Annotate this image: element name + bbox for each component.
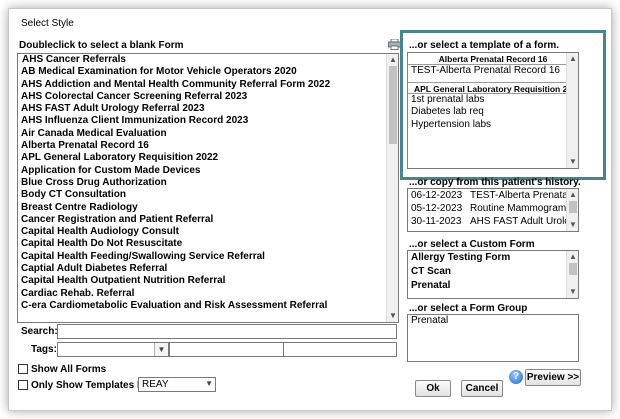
form-group-header: ...or select a Form Group	[409, 303, 528, 314]
scroll-up-icon[interactable]: ▲	[567, 189, 578, 201]
custom-form-scrollbar[interactable]: ▲ ▼	[566, 251, 578, 298]
tags-field-2[interactable]	[169, 342, 284, 357]
tags-label: Tags:	[31, 344, 57, 355]
chevron-down-icon[interactable]: ▼	[205, 379, 213, 388]
scroll-down-icon[interactable]: ▼	[567, 286, 578, 298]
history-name: Routine Mammogram t	[470, 203, 572, 214]
scroll-down-icon[interactable]: ▼	[387, 310, 398, 322]
search-label: Search:	[21, 326, 58, 337]
history-row[interactable]: 06-12-2023 TEST-Alberta Prenatal	[408, 189, 578, 202]
history-name: AHS FAST Adult Urolog	[470, 216, 576, 227]
form-list-item[interactable]: Capital Health Outpatient Nutrition Refe…	[18, 275, 398, 287]
form-list-item[interactable]: AB Medical Examination for Motor Vehicle…	[18, 66, 398, 78]
show-all-forms-checkbox[interactable]	[18, 364, 28, 374]
custom-form-list[interactable]: Allergy Testing Form CT Scan Prenatal ▲ …	[407, 250, 579, 299]
history-date: 06-12-2023	[411, 190, 463, 201]
scroll-up-icon[interactable]: ▲	[567, 251, 578, 263]
history-name: TEST-Alberta Prenatal	[470, 190, 571, 201]
scroll-thumb[interactable]	[389, 66, 397, 144]
form-list-item[interactable]: AHS Colorectal Cancer Screening Referral…	[18, 91, 398, 103]
scroll-down-icon[interactable]: ▼	[567, 219, 578, 231]
window-title: Select Style	[21, 18, 74, 29]
ok-button[interactable]: Ok	[415, 380, 451, 397]
form-list-item[interactable]: Breast Centre Radiology	[18, 202, 398, 214]
history-row[interactable]: 05-12-2023 Routine Mammogram t	[408, 202, 578, 215]
form-list-item[interactable]: C-era Cardiometabolic Evaluation and Ris…	[18, 300, 398, 312]
preview-button[interactable]: Preview >>	[525, 369, 581, 386]
form-list-item[interactable]: AHS Cancer Referrals	[18, 54, 398, 66]
custom-form-item[interactable]: Allergy Testing Form	[408, 251, 578, 265]
scroll-thumb[interactable]	[569, 201, 577, 213]
scroll-up-icon[interactable]: ▲	[387, 54, 398, 66]
scroll-thumb[interactable]	[569, 263, 577, 275]
cancel-button[interactable]: Cancel	[461, 380, 503, 397]
select-style-dialog: Select Style Doubleclick to select a bla…	[8, 8, 612, 411]
custom-form-item[interactable]: Prenatal	[408, 279, 578, 293]
show-all-forms-label: Show All Forms	[31, 364, 107, 375]
custom-form-item[interactable]: CT Scan	[408, 265, 578, 279]
history-date: 05-12-2023	[411, 203, 463, 214]
form-group-list[interactable]: Prenatal	[407, 314, 579, 362]
tags-select[interactable]: ▼	[57, 342, 169, 357]
form-list-item[interactable]: Capital Health Feeding/Swallowing Servic…	[18, 251, 398, 263]
form-list-item[interactable]: AHS FAST Adult Urology Referral 2023	[18, 103, 398, 115]
history-date: 30-11-2023	[411, 216, 462, 227]
templates-for-value: REAY	[142, 379, 169, 390]
blank-form-header: Doubleclick to select a blank Form	[19, 40, 184, 51]
form-list-item[interactable]: AHS Addiction and Mental Health Communit…	[18, 79, 398, 91]
form-list-item[interactable]: Application for Custom Made Devices	[18, 165, 398, 177]
custom-form-header: ...or select a Custom Form	[409, 239, 535, 250]
form-list-item[interactable]: Blue Cross Drug Authorization	[18, 177, 398, 189]
form-list-item[interactable]: Cardiac Rehab. Referral	[18, 288, 398, 300]
help-icon[interactable]: ?	[509, 370, 523, 384]
tags-field-3[interactable]	[283, 342, 397, 357]
form-list-item[interactable]: Alberta Prenatal Record 16	[18, 140, 398, 152]
only-templates-checkbox[interactable]	[18, 380, 28, 390]
form-list-item[interactable]: Captial Adult Diabetes Referral	[18, 263, 398, 275]
history-header: ...or copy from this patient's history.	[409, 177, 581, 188]
form-list-item[interactable]: Capital Health Do Not Resuscitate	[18, 238, 398, 250]
form-list-item[interactable]: AHS Influenza Client Immunization Record…	[18, 115, 398, 127]
form-list-item[interactable]: APL General Laboratory Requisition 2022	[18, 152, 398, 164]
templates-for-select[interactable]: REAY ▼	[138, 377, 216, 392]
form-list-item[interactable]: Capital Health Audiology Consult	[18, 226, 398, 238]
history-list[interactable]: 06-12-2023 TEST-Alberta Prenatal 05-12-20…	[407, 188, 579, 232]
form-group-item[interactable]: Prenatal	[408, 315, 578, 328]
chevron-down-icon[interactable]: ▼	[154, 343, 168, 356]
form-list-item[interactable]: Air Canada Medical Evaluation	[18, 128, 398, 140]
blank-form-list[interactable]: AHS Cancer Referrals AB Medical Examinati…	[17, 53, 399, 323]
form-list-item[interactable]: Cancer Registration and Patient Referral	[18, 214, 398, 226]
search-input[interactable]	[57, 324, 397, 339]
history-row[interactable]: 30-11-2023 AHS FAST Adult Urolog	[408, 215, 578, 228]
form-list-item[interactable]: Body CT Consultation	[18, 189, 398, 201]
history-scrollbar[interactable]: ▲ ▼	[566, 189, 578, 231]
form-list-scrollbar[interactable]: ▲ ▼	[386, 54, 398, 322]
highlight-frame	[400, 30, 606, 180]
